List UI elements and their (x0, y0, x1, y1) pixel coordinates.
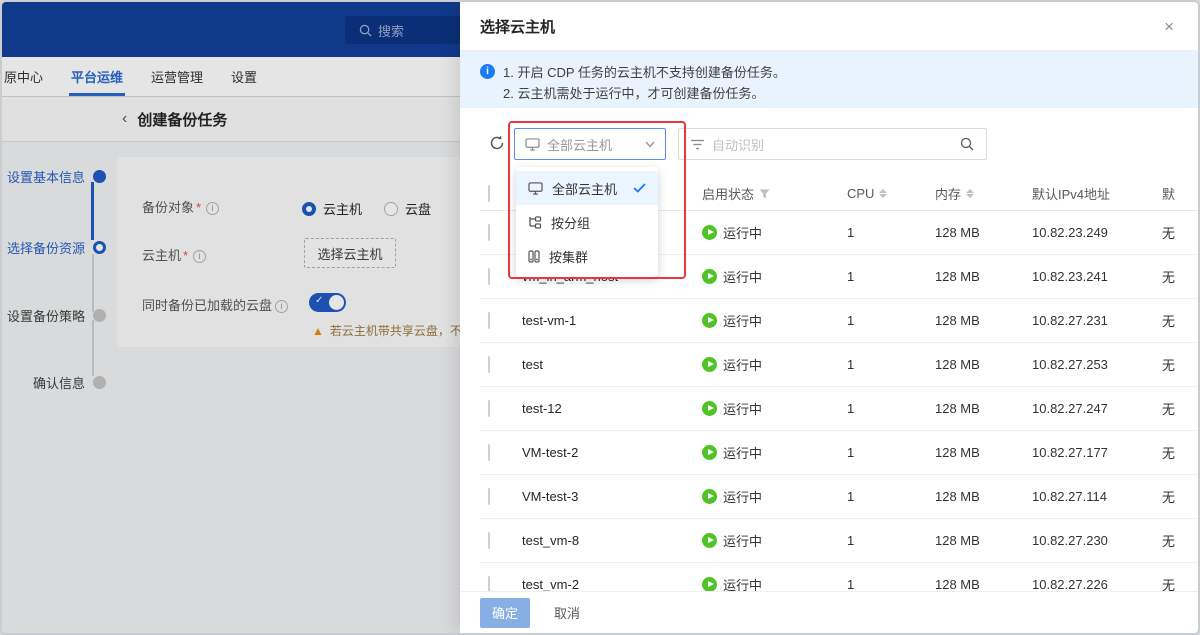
col-ipv6-header: 默 (1162, 184, 1198, 203)
modal-mask[interactable] (2, 2, 460, 633)
running-status-icon (702, 489, 717, 504)
running-status-icon (702, 533, 717, 548)
table-row[interactable]: test_vm-8 运行中 1 128 MB 10.82.27.230 无 (480, 519, 1198, 563)
table-row[interactable]: test 运行中 1 128 MB 10.82.27.253 无 (480, 343, 1198, 387)
drawer-title: 选择云主机 (480, 16, 555, 37)
notice-line-2: 2. 云主机需处于运行中，才可创建备份任务。 (503, 83, 786, 104)
table-row[interactable]: VM-test-3 运行中 1 128 MB 10.82.27.114 无 (480, 475, 1198, 519)
running-status-icon (702, 269, 717, 284)
view-select-value: 全部云主机 (547, 135, 612, 154)
row-checkbox[interactable] (488, 224, 490, 241)
search-icon[interactable] (960, 137, 974, 151)
table-row[interactable]: test-12 运行中 1 128 MB 10.82.27.247 无 (480, 387, 1198, 431)
row-checkbox[interactable] (488, 488, 490, 505)
row-checkbox[interactable] (488, 444, 490, 461)
check-icon (633, 183, 646, 193)
cluster-icon (528, 250, 540, 263)
info-banner: i 1. 开启 CDP 任务的云主机不支持创建备份任务。 2. 云主机需处于运行… (460, 51, 1198, 108)
dropdown-item-all-vms[interactable]: 全部云主机 (516, 171, 658, 205)
filter-funnel-icon[interactable] (759, 189, 770, 199)
table-row[interactable]: VM-test-2 运行中 1 128 MB 10.82.27.177 无 (480, 431, 1198, 475)
screenshot-root: 搜索 原中心 平台运维 运营管理 设置 ‹ 创建备份任务 设置基本信息 选择备份… (0, 0, 1200, 635)
running-status-icon (702, 313, 717, 328)
col-status-header[interactable]: 启用状态 (702, 184, 847, 203)
refresh-button[interactable] (488, 134, 510, 156)
chevron-down-icon (645, 141, 655, 148)
running-status-icon (702, 401, 717, 416)
col-cpu-header[interactable]: CPU (847, 186, 935, 201)
monitor-icon (528, 182, 543, 195)
col-mem-header[interactable]: 内存 (935, 184, 1032, 203)
app-underlay: 搜索 原中心 平台运维 运营管理 设置 ‹ 创建备份任务 设置基本信息 选择备份… (2, 2, 460, 633)
row-checkbox[interactable] (488, 356, 490, 373)
view-mode-dropdown: 全部云主机 按分组 按集群 (516, 167, 658, 277)
dropdown-item-by-group[interactable]: 按分组 (516, 205, 658, 239)
running-status-icon (702, 577, 717, 592)
select-vm-drawer: 选择云主机 × i 1. 开启 CDP 任务的云主机不支持创建备份任务。 2. … (460, 2, 1198, 633)
monitor-icon (525, 138, 540, 151)
row-checkbox[interactable] (488, 576, 490, 592)
filter-lines-icon (691, 139, 704, 150)
vm-search-input[interactable]: 自动识别 (678, 128, 987, 160)
running-status-icon (702, 225, 717, 240)
view-mode-select[interactable]: 全部云主机 (514, 128, 666, 160)
col-ipv4-header: 默认IPv4地址 (1032, 184, 1162, 203)
close-icon[interactable]: × (1160, 14, 1178, 39)
running-status-icon (702, 445, 717, 460)
notice-line-1: 1. 开启 CDP 任务的云主机不支持创建备份任务。 (503, 62, 786, 83)
dropdown-item-by-cluster[interactable]: 按集群 (516, 239, 658, 273)
running-status-icon (702, 357, 717, 372)
row-checkbox[interactable] (488, 400, 490, 417)
cancel-button[interactable]: 取消 (554, 603, 580, 622)
group-tree-icon (528, 216, 542, 229)
row-checkbox[interactable] (488, 268, 490, 285)
drawer-footer: 确定 取消 (460, 591, 1198, 633)
info-circle-icon: i (480, 64, 495, 79)
select-all-checkbox[interactable] (488, 185, 490, 202)
confirm-button[interactable]: 确定 (480, 598, 530, 628)
vm-search-placeholder: 自动识别 (712, 135, 764, 154)
sort-icon[interactable] (966, 189, 974, 198)
table-row[interactable]: test-vm-1 运行中 1 128 MB 10.82.27.231 无 (480, 299, 1198, 343)
drawer-header: 选择云主机 × (460, 2, 1198, 51)
table-row[interactable]: test_vm-2 运行中 1 128 MB 10.82.27.226 无 (480, 563, 1198, 592)
sort-icon[interactable] (879, 189, 887, 198)
row-checkbox[interactable] (488, 312, 490, 329)
row-checkbox[interactable] (488, 532, 490, 549)
